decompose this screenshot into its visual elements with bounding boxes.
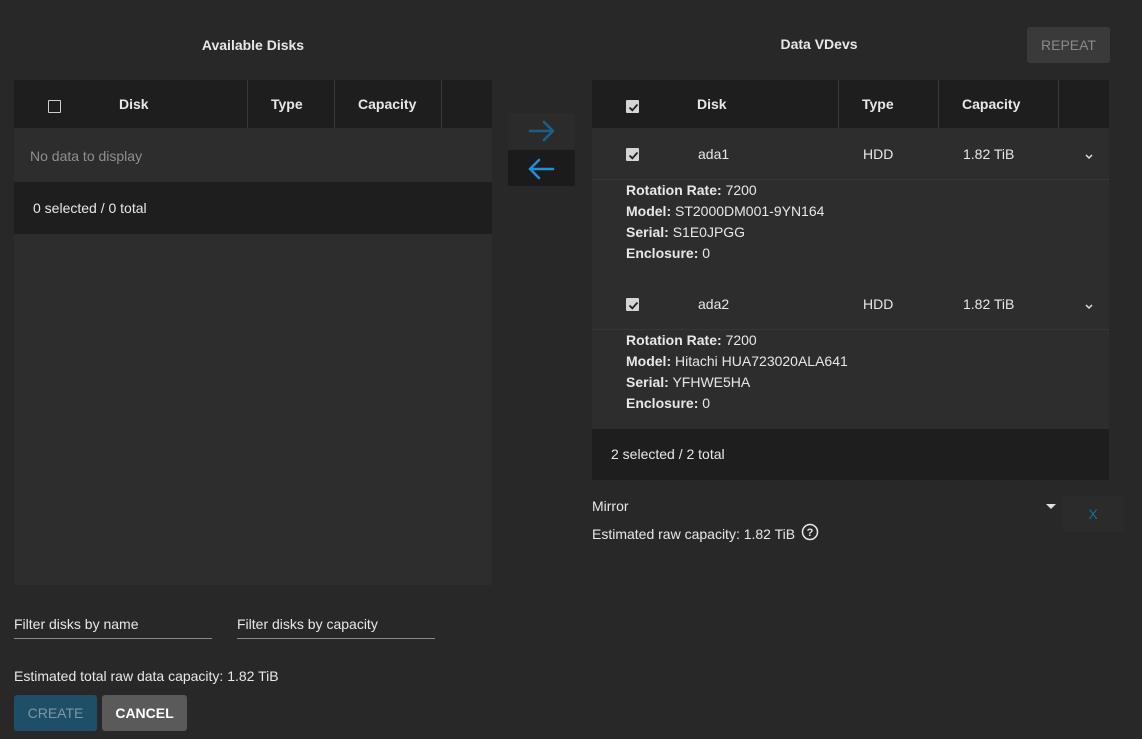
arrow-right-icon (528, 120, 555, 142)
data-vdevs-title: Data VDevs (780, 36, 858, 52)
help-icon[interactable]: ? (801, 523, 819, 541)
estimated-raw-capacity: Estimated raw capacity: 1.82 TiB ? (592, 523, 819, 543)
column-type[interactable]: Type (271, 80, 303, 128)
empty-message: No data to display (30, 148, 143, 164)
column-divider (1058, 80, 1059, 128)
cancel-button[interactable]: CANCEL (102, 695, 187, 731)
vdev-layout-select[interactable]: Mirror (592, 496, 1058, 518)
column-type[interactable]: Type (862, 80, 894, 128)
available-disks-table: Disk Type Capacity No data to display 0 … (14, 80, 492, 585)
vdev-layout-value: Mirror (592, 498, 629, 514)
available-table-header: Disk Type Capacity (14, 80, 492, 128)
disk-name: ada1 (698, 146, 730, 162)
disk-capacity: 1.82 TiB (963, 146, 1015, 162)
table-row[interactable]: ada2 HDD 1.82 TiB (592, 279, 1109, 330)
disk-capacity: 1.82 TiB (963, 296, 1015, 312)
svg-text:?: ? (807, 527, 814, 539)
disk-type: HDD (863, 146, 894, 162)
remove-vdev-button[interactable]: X (1062, 496, 1124, 532)
column-disk[interactable]: Disk (119, 80, 149, 128)
detail-model: Model: ST2000DM001-9YN164 (626, 203, 825, 219)
expand-chevron-icon[interactable] (1084, 298, 1094, 314)
filter-by-name-input[interactable]: Filter disks by name (14, 616, 212, 639)
check-icon (628, 151, 639, 160)
row-checkbox[interactable] (626, 148, 639, 161)
detail-model: Model: Hitachi HUA723020ALA641 (626, 353, 848, 369)
vdev-table-footer: 2 selected / 2 total (592, 429, 1109, 480)
table-row[interactable]: ada1 HDD 1.82 TiB (592, 129, 1109, 180)
detail-enclosure: Enclosure: 0 (626, 245, 711, 261)
arrow-left-icon (528, 158, 555, 180)
detail-serial: Serial: YFHWE5HA (626, 374, 751, 390)
filter-name-placeholder: Filter disks by name (14, 616, 139, 632)
create-button[interactable]: CREATE (14, 695, 97, 731)
dropdown-arrow-icon (1046, 504, 1056, 509)
column-capacity[interactable]: Capacity (358, 80, 416, 128)
column-divider (334, 80, 335, 128)
filter-by-capacity-input[interactable]: Filter disks by capacity (237, 616, 435, 639)
selection-count: 0 selected / 0 total (33, 200, 147, 216)
expand-chevron-icon[interactable] (1084, 148, 1094, 164)
row-details: Rotation Rate: 7200 Model: ST2000DM001-9… (592, 180, 1109, 266)
disk-type: HDD (863, 296, 894, 312)
available-table-footer: 0 selected / 0 total (14, 182, 492, 234)
detail-rotation: Rotation Rate: 7200 (626, 332, 757, 348)
row-checkbox[interactable] (626, 298, 639, 311)
vdev-table-header: Disk Type Capacity (592, 80, 1109, 128)
select-all-available-checkbox[interactable] (48, 100, 61, 113)
repeat-button[interactable]: REPEAT (1027, 27, 1110, 63)
column-divider (247, 80, 248, 128)
column-capacity[interactable]: Capacity (962, 80, 1020, 128)
row-details: Rotation Rate: 7200 Model: Hitachi HUA72… (592, 330, 1109, 416)
detail-enclosure: Enclosure: 0 (626, 395, 711, 411)
check-icon (628, 301, 639, 310)
disk-name: ada2 (698, 296, 730, 312)
estimated-total-capacity: Estimated total raw data capacity: 1.82 … (14, 668, 279, 684)
column-disk[interactable]: Disk (697, 80, 727, 128)
detail-rotation: Rotation Rate: 7200 (626, 182, 757, 198)
column-divider (938, 80, 939, 128)
detail-serial: Serial: S1E0JPGG (626, 224, 746, 240)
move-to-vdev-button[interactable] (508, 113, 575, 149)
column-divider (838, 80, 839, 128)
data-vdevs-table: Disk Type Capacity ada1 HDD 1.82 TiB Rot… (592, 80, 1109, 480)
check-icon (628, 103, 639, 112)
selection-count: 2 selected / 2 total (611, 446, 725, 462)
select-all-vdev-checkbox[interactable] (626, 100, 639, 113)
available-disks-title: Available Disks (201, 37, 305, 53)
column-divider (441, 80, 442, 128)
move-to-available-button[interactable] (508, 150, 575, 186)
filter-capacity-placeholder: Filter disks by capacity (237, 616, 378, 632)
